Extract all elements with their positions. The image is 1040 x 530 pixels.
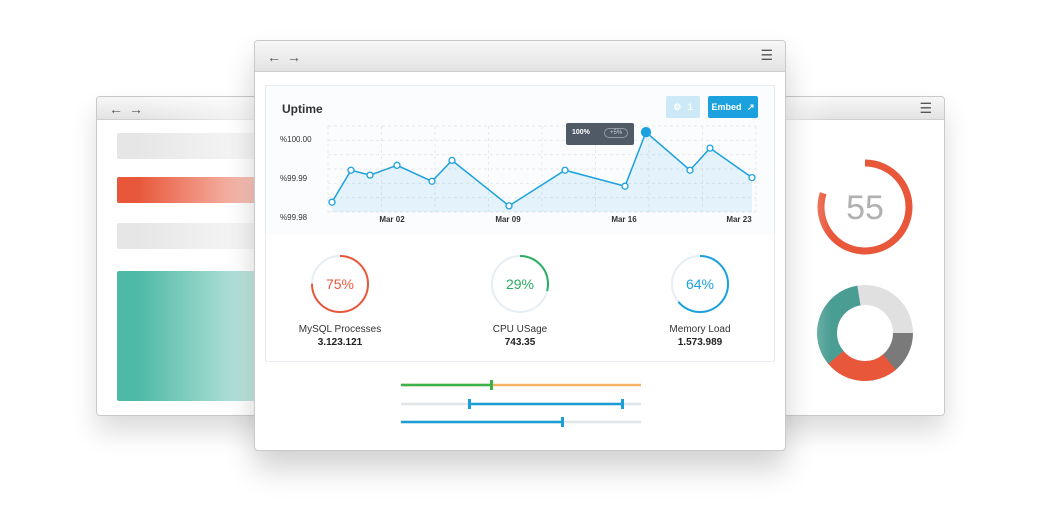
- data-point: [347, 166, 355, 174]
- slider-handle-start: [468, 399, 471, 409]
- main-window: ← → ☰ Uptime ⚙ 1 Embed ↗ %100.00 %99.99 %99…: [254, 40, 786, 451]
- gauge-ring-cpu: 29%: [491, 255, 549, 313]
- back-arrow-icon[interactable]: ←: [109, 101, 123, 117]
- data-point: [393, 161, 401, 169]
- tooltip-value: 100%: [572, 129, 590, 136]
- slider-handle: [490, 380, 493, 390]
- data-point: [686, 166, 694, 174]
- slider-blue[interactable]: [401, 417, 641, 427]
- main-window-titlebar: ← → ☰: [255, 41, 785, 72]
- gauges-panel: 75% MySQL Processes 3.123.121 29% CPU US…: [265, 235, 775, 362]
- data-point: [561, 166, 569, 174]
- data-point: [328, 198, 336, 206]
- x-tick-label: Mar 23: [726, 215, 752, 224]
- chart-tooltip: 100% +5%: [566, 123, 634, 145]
- gauge-percent: 64%: [686, 276, 714, 292]
- data-point: [640, 126, 652, 138]
- slider-blue-range[interactable]: [401, 399, 641, 409]
- gauge-label: CPU USage: [492, 324, 548, 335]
- gauge-label: MySQL Processes: [298, 324, 382, 335]
- hamburger-menu-icon[interactable]: ☰: [760, 47, 773, 64]
- sliders: [401, 380, 641, 427]
- data-point: [366, 171, 374, 179]
- data-point: [505, 202, 513, 210]
- tooltip-delta-badge: +5%: [604, 128, 629, 138]
- gauge-memory-load: 64% Memory Load 1.573.989: [640, 253, 760, 348]
- gauge-mysql-processes: 75% MySQL Processes 3.123.121: [280, 253, 400, 348]
- x-tick-label: Mar 02: [379, 215, 405, 224]
- gauge-ring-mysql: 75%: [311, 255, 369, 313]
- x-tick-label: Mar 09: [495, 215, 521, 224]
- y-tick-label: %99.99: [280, 174, 308, 183]
- data-point: [706, 144, 714, 152]
- data-point: [621, 182, 629, 190]
- data-point: [448, 156, 456, 165]
- right-window: ☰ 55: [760, 96, 945, 416]
- slider-handle-end: [621, 399, 624, 409]
- slider-handle: [561, 417, 564, 427]
- gauge-ring-memory: 64%: [671, 255, 729, 313]
- uptime-line-chart: %100.00 %99.99 %99.98 Mar 02 Mar 09 Mar 16 Mar…: [280, 125, 757, 224]
- uptime-panel: Uptime ⚙ 1 Embed ↗ %100.00 %99.99 %99.98 Ma…: [265, 85, 775, 237]
- gauge-percent: 29%: [506, 276, 534, 292]
- gauge-cpu-usage: 29% CPU USage 743.35: [460, 253, 580, 348]
- slider-green-orange[interactable]: [401, 380, 641, 390]
- gauge-value: 1.573.989: [677, 337, 723, 348]
- gauge-value: 743.35: [504, 337, 536, 348]
- forward-arrow-icon[interactable]: →: [287, 49, 301, 65]
- number-gauge-value: 55: [846, 189, 884, 227]
- data-point: [428, 177, 436, 185]
- y-tick-label: %99.98: [280, 213, 308, 222]
- back-arrow-icon[interactable]: ←: [267, 49, 281, 65]
- data-point: [748, 173, 756, 182]
- gauge-label: Memory Load: [669, 324, 731, 335]
- y-tick-label: %100.00: [280, 135, 312, 144]
- gauge-percent: 75%: [326, 276, 354, 292]
- x-tick-label: Mar 16: [611, 215, 637, 224]
- gauge-value: 3.123.121: [317, 337, 363, 348]
